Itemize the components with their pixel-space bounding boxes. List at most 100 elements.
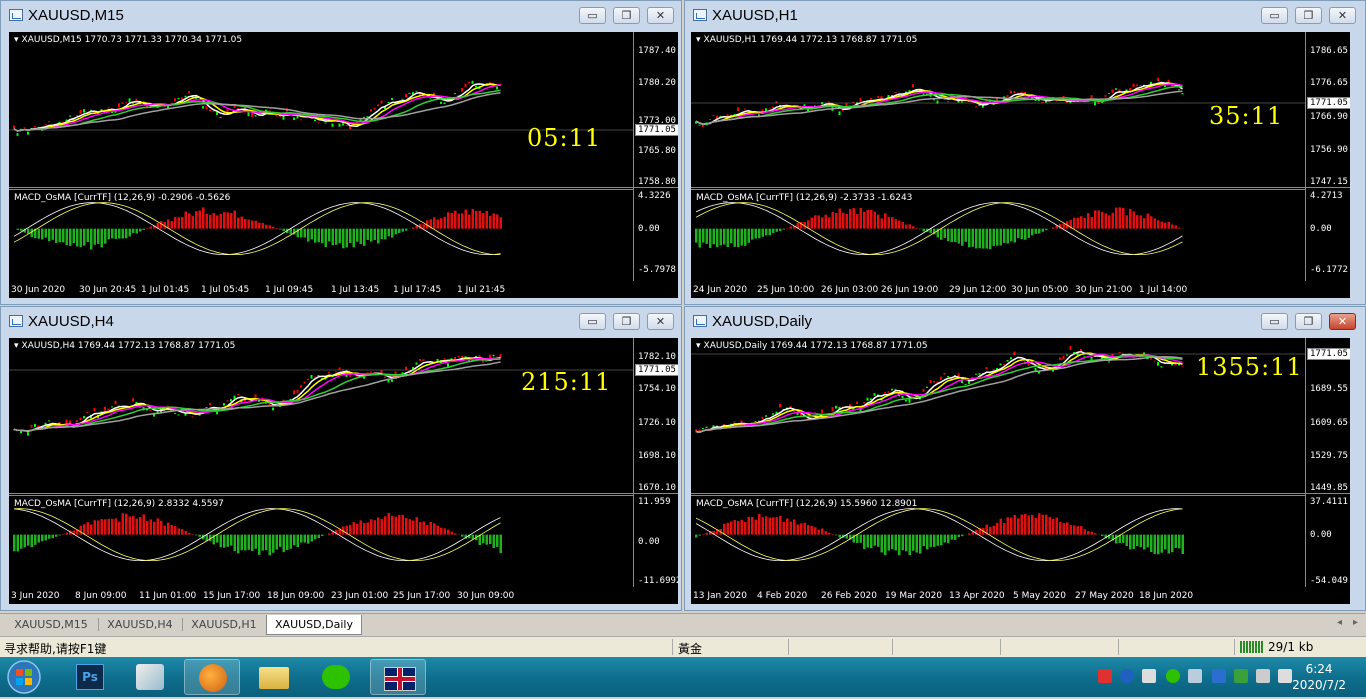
macd-pane[interactable]: MACD_OsMA [CurrTF] (12,26,9) -0.2906 -0.… xyxy=(9,189,633,283)
start-button[interactable] xyxy=(4,659,48,695)
macd-bar xyxy=(783,522,786,535)
macd-bar xyxy=(1014,229,1017,243)
macd-bar xyxy=(811,526,814,535)
macd-bar xyxy=(1073,525,1076,534)
chart-window-m15[interactable]: XAUUSD,M15 ▭ ❐ ✕ ▾XAUUSD,M15 1770.73 177… xyxy=(0,0,682,305)
macd-bar xyxy=(1014,515,1017,535)
close-button[interactable]: ✕ xyxy=(1329,313,1356,330)
taskbar-app-flag[interactable] xyxy=(370,659,426,695)
tab-xauusd-m15[interactable]: XAUUSD,M15 xyxy=(6,615,96,634)
chart-window-daily[interactable]: XAUUSD,Daily ▭ ❐ ✕ ▾XAUUSD,Daily 1769.44… xyxy=(684,306,1366,611)
macd-bar xyxy=(902,222,905,229)
tab-scroll-right-icon[interactable]: ▸ xyxy=(1353,617,1358,628)
macd-bar xyxy=(912,226,915,228)
macd-bar xyxy=(1098,210,1101,228)
macd-bar xyxy=(97,229,100,244)
macd-bar xyxy=(1028,515,1031,534)
candle xyxy=(416,362,418,364)
system-clock[interactable]: 6:24 2020/7/2 xyxy=(1292,661,1346,693)
maximize-button[interactable]: ❐ xyxy=(613,313,640,330)
input-method-icon[interactable] xyxy=(1098,669,1112,683)
chart-area[interactable]: ▾XAUUSD,H4 1769.44 1772.13 1768.87 1771.… xyxy=(9,338,678,604)
maximize-button[interactable]: ❐ xyxy=(1295,7,1322,24)
tab-scroll-left-icon[interactable]: ◂ xyxy=(1337,617,1342,628)
network-icon[interactable] xyxy=(1188,669,1202,683)
macd-bar xyxy=(237,218,240,229)
minimize-button[interactable]: ▭ xyxy=(1261,313,1288,330)
macd-bar xyxy=(727,523,730,535)
macd-bar xyxy=(790,522,793,535)
macd-bar xyxy=(1024,514,1027,535)
chart-area[interactable]: ▾XAUUSD,Daily 1769.44 1772.13 1768.87 17… xyxy=(691,338,1350,604)
price-pane[interactable]: ▾XAUUSD,M15 1770.73 1771.33 1770.34 1771… xyxy=(9,32,678,188)
close-button[interactable]: ✕ xyxy=(1329,7,1356,24)
macd-bar xyxy=(59,229,62,243)
chart-area[interactable]: ▾XAUUSD,M15 1770.73 1771.33 1770.34 1771… xyxy=(9,32,678,298)
macd-bar xyxy=(1080,216,1083,228)
window-titlebar[interactable]: XAUUSD,Daily ▭ ❐ ✕ xyxy=(685,307,1365,337)
keyboard-icon[interactable] xyxy=(1142,669,1156,683)
volume-icon[interactable] xyxy=(1278,669,1292,683)
candle xyxy=(223,403,225,405)
status-traffic: 29/1 kb xyxy=(1268,640,1313,654)
macd-bar xyxy=(66,533,69,535)
wechat-tray-icon[interactable] xyxy=(1166,669,1180,683)
taskbar-paint[interactable] xyxy=(122,659,178,695)
folder-icon xyxy=(259,667,289,689)
status-divider xyxy=(1234,639,1235,655)
macd-pane[interactable]: MACD_OsMA [CurrTF] (12,26,9) 2.8332 4.55… xyxy=(9,495,633,589)
moving-average-line xyxy=(696,87,1183,125)
chart-window-h1[interactable]: XAUUSD,H1 ▭ ❐ ✕ ▾XAUUSD,H1 1769.44 1772.… xyxy=(684,0,1366,305)
taskbar-photoshop[interactable]: Ps xyxy=(60,659,116,695)
signal-icon[interactable] xyxy=(1256,669,1270,683)
tab-xauusd-h4[interactable]: XAUUSD,H4 xyxy=(100,615,180,634)
macd-bar xyxy=(1171,224,1174,228)
chart-area[interactable]: ▾XAUUSD,H1 1769.44 1772.13 1768.87 1771.… xyxy=(691,32,1350,298)
collapse-triangle-icon[interactable]: ▾ xyxy=(696,341,701,351)
macd-bar xyxy=(891,535,894,550)
candle xyxy=(1108,93,1110,94)
candle xyxy=(839,111,841,115)
macd-bar xyxy=(923,535,926,546)
time-axis-label: 13 Jan 2020 xyxy=(693,591,747,601)
macd-bar xyxy=(919,229,922,230)
macd-pane[interactable]: MACD_OsMA [CurrTF] (12,26,9) -2.3733 -1.… xyxy=(691,189,1305,283)
candle xyxy=(80,110,82,114)
macd-pane[interactable]: MACD_OsMA [CurrTF] (12,26,9) 15.5960 12.… xyxy=(691,495,1305,589)
tab-xauusd-daily[interactable]: XAUUSD,Daily xyxy=(266,615,362,635)
macd-bar xyxy=(1003,523,1006,535)
macd-bar xyxy=(898,221,901,229)
help-icon[interactable] xyxy=(1120,669,1134,683)
macd-bar xyxy=(405,229,408,231)
taskbar-explorer[interactable] xyxy=(246,659,302,695)
chart-window-h4[interactable]: XAUUSD,H4 ▭ ❐ ✕ ▾XAUUSD,H4 1769.44 1772.… xyxy=(0,306,682,611)
security-icon[interactable] xyxy=(1234,669,1248,683)
tab-xauusd-h1[interactable]: XAUUSD,H1 xyxy=(184,615,264,634)
candle xyxy=(381,101,383,104)
close-button[interactable]: ✕ xyxy=(647,313,674,330)
macd-bar xyxy=(716,229,719,247)
macd-bar xyxy=(779,229,782,232)
macd-bar xyxy=(734,229,737,247)
collapse-triangle-icon[interactable]: ▾ xyxy=(14,341,19,351)
window-titlebar[interactable]: XAUUSD,M15 ▭ ❐ ✕ xyxy=(1,1,681,31)
taskbar-metatrader[interactable] xyxy=(184,659,240,695)
minimize-button[interactable]: ▭ xyxy=(579,7,606,24)
macd-bar xyxy=(349,525,352,535)
close-button[interactable]: ✕ xyxy=(647,7,674,24)
maximize-button[interactable]: ❐ xyxy=(613,7,640,24)
macd-bar xyxy=(94,229,97,245)
taskbar-wechat[interactable] xyxy=(308,659,364,695)
window-titlebar[interactable]: XAUUSD,H4 ▭ ❐ ✕ xyxy=(1,307,681,337)
collapse-triangle-icon[interactable]: ▾ xyxy=(696,35,701,45)
macd-bar xyxy=(279,535,282,547)
price-pane[interactable]: ▾XAUUSD,H4 1769.44 1772.13 1768.87 1771.… xyxy=(9,338,678,494)
collapse-triangle-icon[interactable]: ▾ xyxy=(14,35,19,45)
macd-bar xyxy=(1164,535,1167,550)
minimize-button[interactable]: ▭ xyxy=(1261,7,1288,24)
window-titlebar[interactable]: XAUUSD,H1 ▭ ❐ ✕ xyxy=(685,1,1365,31)
minimize-button[interactable]: ▭ xyxy=(579,313,606,330)
shield-icon[interactable] xyxy=(1212,669,1226,683)
maximize-button[interactable]: ❐ xyxy=(1295,313,1322,330)
candle xyxy=(188,91,190,93)
